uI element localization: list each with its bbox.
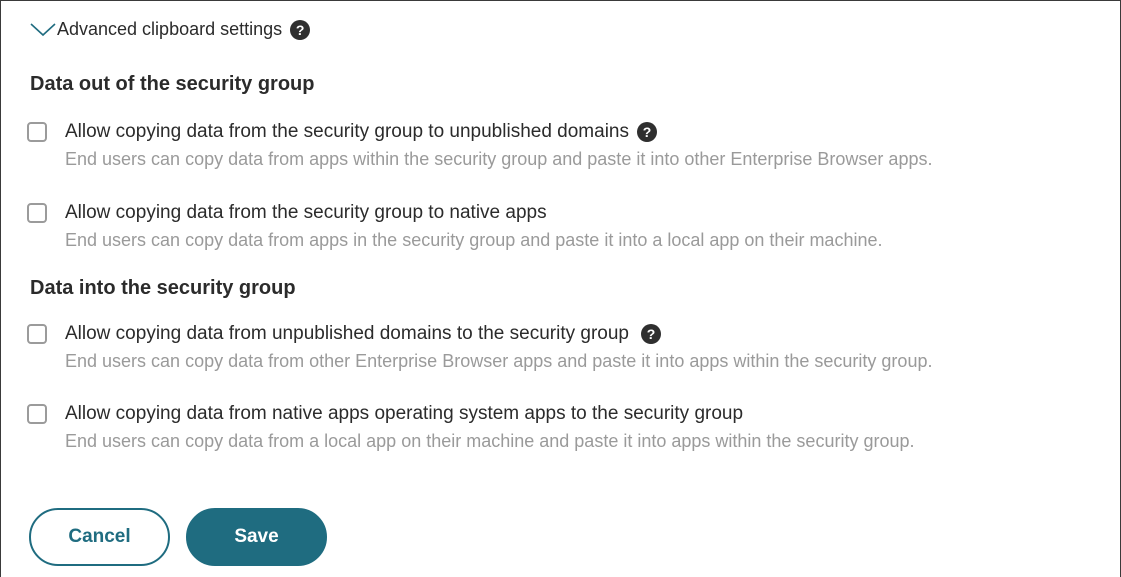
checkbox-copy-from-unpublished-domains[interactable] (27, 324, 47, 344)
option-copy-to-unpublished-domains: Allow copying data from the security gro… (27, 121, 932, 170)
chevron-down-icon (30, 22, 56, 36)
help-icon[interactable]: ? (290, 19, 311, 40)
help-icon[interactable]: ? (641, 324, 661, 344)
cancel-button[interactable]: Cancel (29, 508, 170, 566)
option-label: Allow copying data from unpublished doma… (65, 323, 629, 344)
checkbox-copy-from-native-apps[interactable] (27, 404, 47, 424)
option-copy-from-unpublished-domains: Allow copying data from unpublished doma… (27, 323, 932, 372)
option-description: End users can copy data from apps in the… (65, 230, 883, 250)
checkbox-copy-to-unpublished-domains[interactable] (27, 122, 47, 142)
help-icon[interactable]: ? (637, 122, 657, 142)
option-label: Allow copying data from the security gro… (65, 202, 547, 223)
advanced-clipboard-toggle[interactable]: Advanced clipboard settings ? (30, 19, 311, 40)
option-label: Allow copying data from the security gro… (65, 121, 629, 142)
checkbox-copy-to-native-apps[interactable] (27, 203, 47, 223)
option-description: End users can copy data from a local app… (65, 431, 915, 451)
group-heading-data-in: Data into the security group (30, 277, 296, 299)
group-heading-data-out: Data out of the security group (30, 73, 315, 95)
option-label: Allow copying data from native apps oper… (65, 403, 744, 424)
clipboard-settings-panel: Advanced clipboard settings ? Data out o… (0, 0, 1121, 577)
option-description: End users can copy data from other Enter… (65, 351, 933, 371)
option-description: End users can copy data from apps within… (65, 149, 933, 169)
option-copy-from-native-apps: Allow copying data from native apps oper… (27, 403, 915, 452)
advanced-clipboard-label: Advanced clipboard settings (57, 19, 283, 39)
save-button[interactable]: Save (186, 508, 327, 566)
option-copy-to-native-apps: Allow copying data from the security gro… (27, 202, 882, 251)
